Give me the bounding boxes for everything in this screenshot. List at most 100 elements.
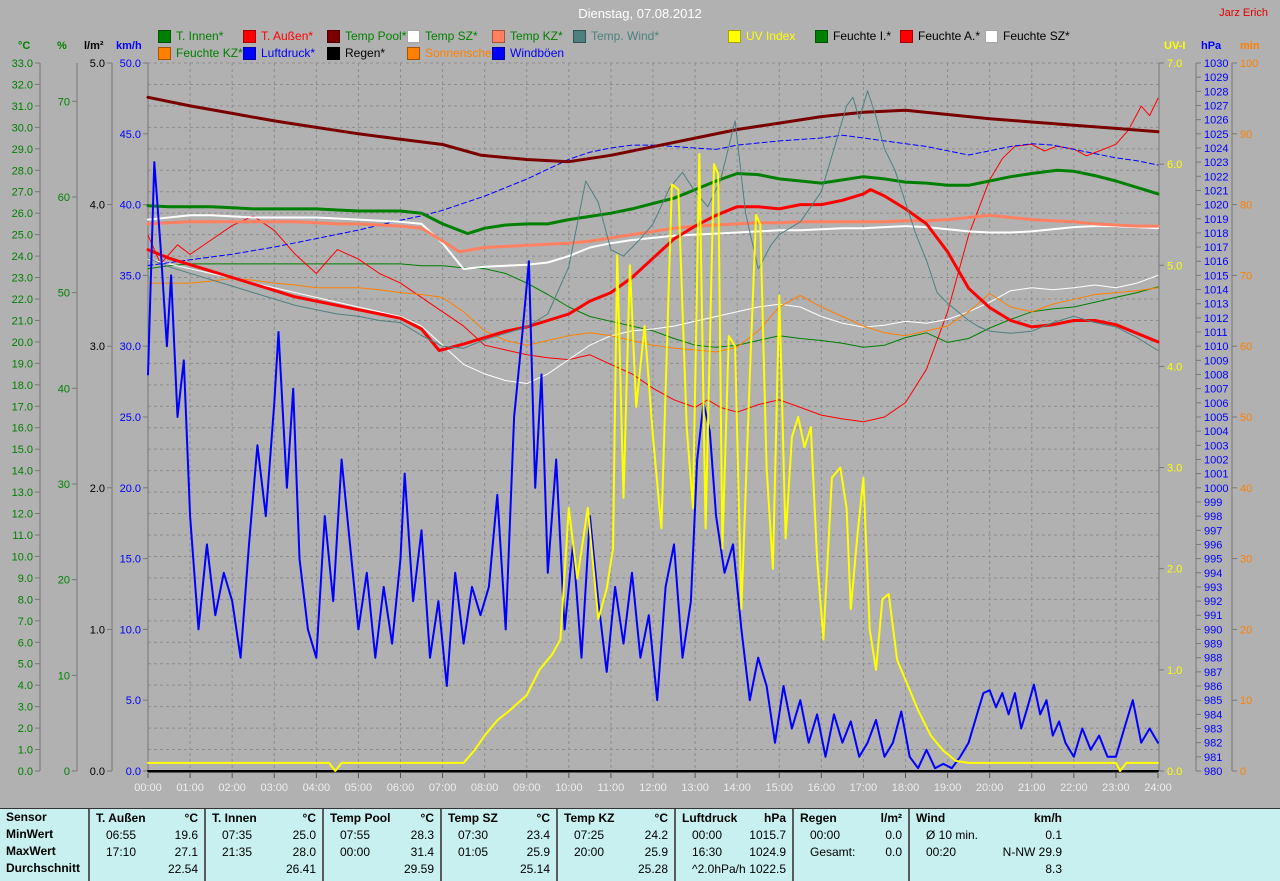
tick-label-C: 31.0 <box>12 101 33 113</box>
tick-label-kmh: 45.0 <box>120 129 141 141</box>
stat-value: 26.41 <box>285 862 316 876</box>
x-axis: 00:00 01:00 02:00 03:00 04:00 05:00 06:00 07:00… <box>134 770 1172 794</box>
tick-label-hpa: 986 <box>1204 681 1222 693</box>
x-tick-label: 20:00 <box>976 782 1004 794</box>
stat-time <box>564 861 574 878</box>
stat-col-unit: °C <box>536 811 550 825</box>
tick-label-uvi: 3.0 <box>1167 463 1182 475</box>
tick-label-hpa: 1026 <box>1204 115 1228 127</box>
stat-col-name: Temp SZ <box>448 811 498 825</box>
x-tick-label: 17:00 <box>850 782 878 794</box>
stat-value: 27.1 <box>174 845 198 859</box>
x-tick-label: 22:00 <box>1060 782 1088 794</box>
tick-label-kmh: 15.0 <box>120 554 141 566</box>
tick-label-C: 0.0 <box>18 766 33 778</box>
stat-col-name: T. Innen <box>212 811 257 825</box>
stat-col-unit: °C <box>654 811 668 825</box>
tick-label-C: 24.0 <box>12 251 33 263</box>
x-tick-label: 07:00 <box>429 782 457 794</box>
tick-label-uvi: 5.0 <box>1167 260 1182 272</box>
x-tick-label: 24:00 <box>1144 782 1172 794</box>
stats-group-wind: Wind km/h Ø 10 min. 0.1 00:20 N-NW 29.9 8.3 <box>908 809 1280 881</box>
stat-col-name: Luftdruck <box>682 811 738 825</box>
tick-label-kmh: 40.0 <box>120 200 141 212</box>
tick-label-hpa: 1011 <box>1204 327 1228 339</box>
stat-col-unit: °C <box>420 811 434 825</box>
stats-group-regen: Regen l/m² 00:00 0.0 Gesamt: 0.0 <box>792 809 908 881</box>
tick-label-pct: 0 <box>64 766 70 778</box>
tick-label-C: 26.0 <box>12 208 33 220</box>
tick-label-min: 10 <box>1240 695 1252 707</box>
tick-label-hpa: 988 <box>1204 653 1222 665</box>
x-tick-label: 12:00 <box>639 782 667 794</box>
stat-value: 25.14 <box>519 862 550 876</box>
stat-time <box>96 861 106 878</box>
tick-label-hpa: 1014 <box>1204 285 1228 297</box>
tick-label-hpa: 991 <box>1204 610 1222 622</box>
tick-label-hpa: 1027 <box>1204 100 1228 112</box>
x-tick-label: 13:00 <box>681 782 709 794</box>
stat-value: 25.28 <box>637 862 668 876</box>
tick-label-hpa: 1022 <box>1204 171 1228 183</box>
tick-label-uvi: 1.0 <box>1167 665 1182 677</box>
tick-label-hpa: 996 <box>1204 539 1222 551</box>
tick-label-C: 12.0 <box>12 509 33 521</box>
tick-label-min: 100 <box>1240 58 1258 70</box>
x-tick-label: 11:00 <box>598 782 625 794</box>
tick-label-hpa: 995 <box>1204 554 1222 566</box>
tick-label-hpa: 989 <box>1204 639 1222 651</box>
stats-group-t-innen: T. Innen °C 07:35 25.0 21:35 28.0 26.41 <box>204 809 322 881</box>
tick-label-hpa: 987 <box>1204 667 1222 679</box>
stat-col-name: T. Außen <box>96 811 146 825</box>
tick-label-C: 21.0 <box>12 315 33 327</box>
stat-col-name: Temp Pool <box>330 811 391 825</box>
tick-label-hpa: 983 <box>1204 724 1222 736</box>
x-tick-label: 19:00 <box>934 782 962 794</box>
tick-label-hpa: 1007 <box>1204 384 1228 396</box>
stats-group-t-au-en: T. Außen °C 06:55 19.6 17:10 27.1 22.54 <box>88 809 204 881</box>
stats-group-temp-pool: Temp Pool °C 07:55 28.3 00:00 31.4 29.59 <box>322 809 440 881</box>
tick-label-hpa: 985 <box>1204 695 1222 707</box>
tick-label-kmh: 0.0 <box>126 766 141 778</box>
tick-label-hpa: 980 <box>1204 766 1222 778</box>
tick-label-C: 4.0 <box>18 680 33 692</box>
stat-time: 00:00 <box>340 845 371 859</box>
tick-label-hpa: 1025 <box>1204 129 1228 141</box>
tick-label-C: 27.0 <box>12 187 33 199</box>
stat-value: 0.1 <box>1045 828 1062 842</box>
tick-label-min: 20 <box>1240 624 1252 636</box>
x-tick-label: 23:00 <box>1102 782 1130 794</box>
stat-time: 00:00 <box>692 828 723 842</box>
tick-label-C: 3.0 <box>18 702 33 714</box>
stat-time: 21:35 <box>222 845 253 859</box>
tick-label-lm2: 5.0 <box>90 58 105 70</box>
stat-time: 01:05 <box>458 845 489 859</box>
tick-label-lm2: 3.0 <box>90 341 105 353</box>
tick-label-kmh: 10.0 <box>120 624 141 636</box>
tick-label-hpa: 1006 <box>1204 398 1228 410</box>
tick-label-kmh: 35.0 <box>120 270 141 282</box>
tick-label-C: 10.0 <box>12 551 33 563</box>
stat-row-label: MinWert <box>6 827 54 841</box>
stat-time: 07:35 <box>222 828 253 842</box>
tick-label-uvi: 2.0 <box>1167 564 1182 576</box>
tick-label-pct: 20 <box>58 575 70 587</box>
tick-label-min: 60 <box>1240 341 1252 353</box>
tick-label-min: 80 <box>1240 200 1252 212</box>
tick-label-hpa: 1023 <box>1204 157 1228 169</box>
stat-time: 17:10 <box>106 845 137 859</box>
tick-label-hpa: 1021 <box>1204 185 1228 197</box>
tick-label-hpa: 997 <box>1204 525 1222 537</box>
tick-label-hpa: 1002 <box>1204 454 1228 466</box>
x-tick-label: 15:00 <box>765 782 793 794</box>
chart-plot: 0.0 1.0 2.0 3.0 4.0 5.0 6.0 7.0 8.0 9.0 10.0 11.0 12… <box>12 58 1259 794</box>
tick-label-hpa: 999 <box>1204 497 1222 509</box>
tick-label-C: 30.0 <box>12 122 33 134</box>
stat-col-unit: km/h <box>1033 811 1062 825</box>
stat-time: 06:55 <box>106 828 137 842</box>
x-tick-label: 03:00 <box>260 782 288 794</box>
stat-col-unit: hPa <box>763 811 786 825</box>
tick-label-lm2: 0.0 <box>90 766 105 778</box>
tick-label-pct: 70 <box>58 96 70 108</box>
tick-label-min: 90 <box>1240 129 1252 141</box>
